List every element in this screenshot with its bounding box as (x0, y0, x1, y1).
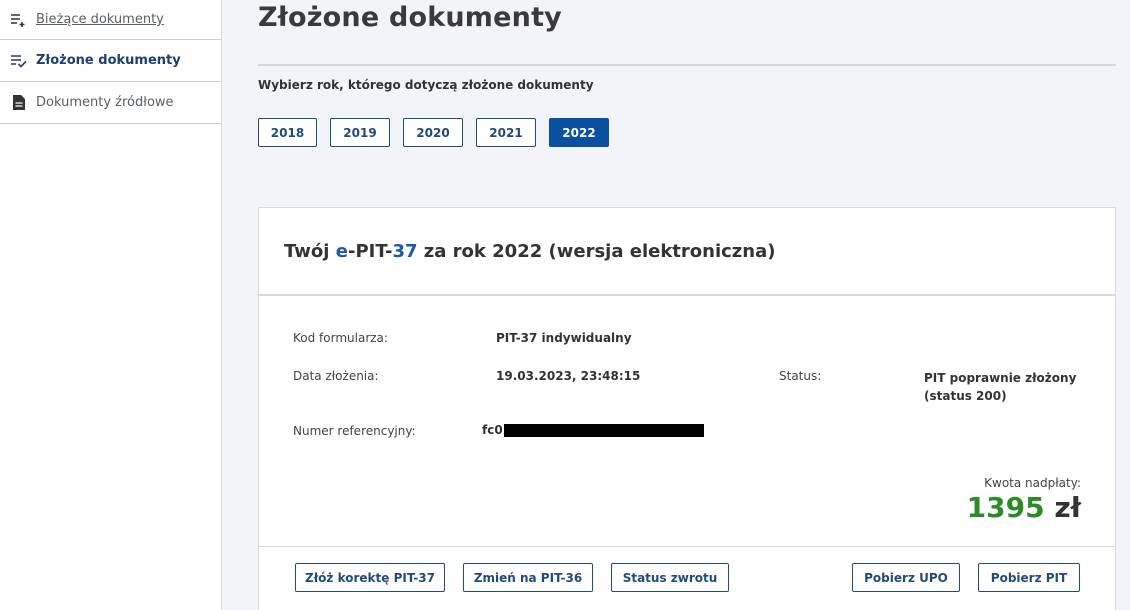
overpayment-amount: 1395 zł (967, 491, 1081, 524)
sidebar-item-source-documents[interactable]: Dokumenty źródłowe (0, 82, 221, 124)
refund-status-button[interactable]: Status zwrotu (611, 563, 729, 592)
card-title-dash: -PIT- (347, 240, 393, 262)
overpayment-currency: zł (1054, 491, 1081, 524)
status-value: PIT poprawnie złożony (status 200) (924, 369, 1076, 405)
year-prompt: Wybierz rok, którego dotyczą złożone dok… (258, 78, 594, 92)
sidebar-item-label: Bieżące dokumenty (36, 12, 164, 27)
redaction-bar (503, 424, 704, 437)
year-button-2018[interactable]: 2018 (258, 118, 317, 147)
card-title-prefix: Twój (284, 240, 330, 262)
download-pit-button[interactable]: Pobierz PIT (978, 563, 1080, 592)
year-button-2021[interactable]: 2021 (476, 118, 536, 147)
form-code-label: Kod formularza: (293, 331, 388, 345)
pit-card: Twój e -PIT- 37 za rok 2022 (wersja elektr… (258, 207, 1116, 610)
sidebar-item-label: Złożone dokumenty (36, 53, 181, 68)
card-title-suffix: za rok 2022 (wersja elektroniczna) (423, 240, 776, 262)
page-title: Złożone dokumenty (258, 2, 562, 33)
overpayment-value: 1395 (966, 491, 1045, 524)
divider (258, 64, 1116, 66)
reference-number-label: Numer referencyjny: (293, 424, 416, 438)
status-value-line2: (status 200) (924, 389, 1007, 403)
list-add-icon (10, 12, 28, 28)
sidebar-item-label: Dokumenty źródłowe (36, 95, 174, 110)
document-icon (10, 95, 28, 111)
card-title: Twój e -PIT- 37 za rok 2022 (wersja elektr… (259, 208, 1115, 296)
card-title-e: e (335, 240, 348, 262)
card-title-number: 37 (392, 240, 418, 262)
year-button-2020[interactable]: 2020 (403, 118, 463, 147)
file-correction-button[interactable]: Złóż korektę PIT-37 (295, 563, 445, 592)
sidebar-item-current-documents[interactable]: Bieżące dokumenty (0, 0, 221, 40)
date-value: 19.03.2023, 23:48:15 (496, 369, 641, 383)
year-selector: 2018 2019 2020 2021 2022 (258, 118, 622, 147)
overpayment-block: Kwota nadpłaty: 1395 zł (967, 476, 1081, 524)
year-button-2022[interactable]: 2022 (549, 118, 609, 147)
reference-number-value: fc0 (482, 423, 704, 437)
list-check-icon (10, 53, 28, 69)
reference-number-visible: fc0 (482, 423, 503, 437)
year-button-2019[interactable]: 2019 (330, 118, 390, 147)
change-to-pit36-button[interactable]: Zmień na PIT-36 (463, 563, 593, 592)
overpayment-label: Kwota nadpłaty: (984, 476, 1081, 490)
card-actions: Złóż korektę PIT-37 Zmień na PIT-36 Stat… (259, 546, 1115, 610)
status-value-line1: PIT poprawnie złożony (924, 371, 1077, 385)
date-label: Data złożenia: (293, 369, 379, 383)
form-code-value: PIT-37 indywidualny (496, 331, 632, 345)
status-label: Status: (779, 369, 822, 383)
sidebar: Bieżące dokumenty Złożone dokumenty Doku… (0, 0, 222, 610)
sidebar-item-submitted-documents[interactable]: Złożone dokumenty (0, 40, 221, 82)
download-upo-button[interactable]: Pobierz UPO (852, 563, 960, 592)
